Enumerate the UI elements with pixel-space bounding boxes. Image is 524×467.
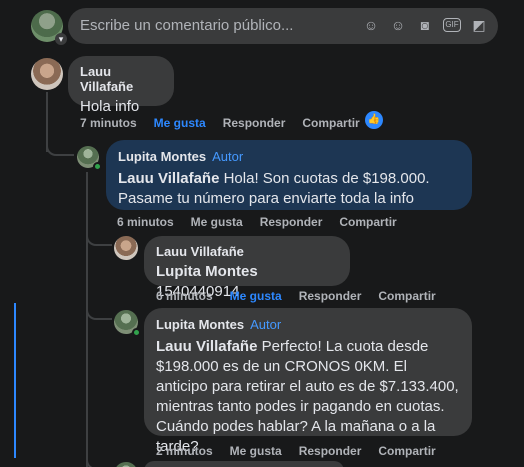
comment-author[interactable]: Lauu Villafañe: [156, 244, 338, 259]
avatar[interactable]: [114, 236, 138, 260]
comment-time[interactable]: 6 minutos: [117, 215, 174, 229]
comment-bubble: Lauu Villafañe Hola info: [68, 56, 174, 115]
comment-time[interactable]: 7 minutos: [80, 116, 137, 130]
mention-link[interactable]: Lupita Montes: [156, 263, 258, 280]
emoji-icon[interactable]: ☺: [389, 16, 407, 34]
gif-icon[interactable]: GIF: [443, 18, 461, 32]
thread-connector: [86, 232, 112, 246]
comment-actions: 6 minutos Me gusta Responder Compartir: [117, 215, 397, 229]
comment-actions: 2 minutos Me gusta Responder Compartir: [156, 444, 436, 458]
comment-composer[interactable]: Escribe un comentario público... ☺ ☺ ◙ G…: [68, 8, 498, 44]
comment-text: Lauu Villafañe Perfecto! La cuota desde …: [156, 338, 459, 455]
author-badge: Autor: [212, 149, 244, 164]
comment-actions: 6 minutos Me gusta Responder Compartir: [156, 289, 436, 303]
like-button[interactable]: Me gusta: [230, 289, 282, 303]
comment-time[interactable]: 6 minutos: [156, 289, 213, 303]
comment-author[interactable]: Lupita Montes: [118, 149, 206, 164]
composer-icons: ☺ ☺ ◙ GIF ◩: [362, 16, 488, 34]
reply-button[interactable]: Responder: [299, 289, 362, 303]
avatar[interactable]: [31, 58, 63, 90]
avatar[interactable]: [114, 462, 138, 467]
online-status-dot: [93, 162, 102, 171]
comment-author[interactable]: Lupita Montes: [156, 317, 244, 332]
share-button[interactable]: Compartir: [339, 215, 396, 229]
share-button[interactable]: Compartir: [378, 289, 435, 303]
reply-button[interactable]: Responder: [260, 215, 323, 229]
mention-link[interactable]: Lauu Villafañe: [156, 338, 257, 355]
share-button[interactable]: Compartir: [378, 444, 435, 458]
comment-input-placeholder[interactable]: Escribe un comentario público...: [80, 17, 293, 34]
thread-connector: [86, 306, 112, 320]
mention-link[interactable]: Lauu Villafañe: [118, 170, 219, 187]
comment-bubble: Lauu Villafañe Lupita Montes 1540440914: [144, 236, 350, 300]
comment-text: Lauu Villafañe Hola! Son cuotas de $198.…: [118, 170, 430, 207]
thread-line: [86, 172, 88, 467]
chevron-down-icon[interactable]: ▾: [55, 33, 67, 45]
thread-connector: [86, 456, 112, 467]
comment-bubble: [144, 461, 344, 467]
avatar[interactable]: [77, 146, 102, 171]
comment-actions: 7 minutos Me gusta Responder Compartir: [80, 116, 360, 130]
avatar[interactable]: [114, 310, 141, 337]
comment-bubble: Lupita Montes Autor Lauu Villafañe Hola! …: [106, 140, 472, 210]
comment-time[interactable]: 2 minutos: [156, 444, 213, 458]
share-button[interactable]: Compartir: [302, 116, 359, 130]
camera-icon[interactable]: ◙: [416, 16, 434, 34]
author-badge: Autor: [250, 317, 282, 332]
comment-bubble: Lupita Montes Autor Lauu Villafañe Perfec…: [144, 308, 472, 455]
online-status-dot: [132, 328, 141, 337]
comment-thread: ▾ Escribe un comentario público... ☺ ☺ ◙…: [0, 0, 524, 467]
comment-author[interactable]: Lauu Villafañe: [80, 64, 162, 94]
avatar-sticker-icon[interactable]: ☺: [362, 16, 380, 34]
comment-text: Hola info: [80, 98, 140, 115]
thumbs-up-icon[interactable]: 👍: [365, 111, 383, 129]
focus-indicator: [14, 303, 16, 458]
like-button[interactable]: Me gusta: [154, 116, 206, 130]
like-button[interactable]: Me gusta: [230, 444, 282, 458]
user-avatar[interactable]: ▾: [31, 10, 67, 45]
like-button[interactable]: Me gusta: [191, 215, 243, 229]
reply-button[interactable]: Responder: [223, 116, 286, 130]
sticker-icon[interactable]: ◩: [470, 16, 488, 34]
reply-button[interactable]: Responder: [299, 444, 362, 458]
thread-connector: [46, 140, 74, 156]
